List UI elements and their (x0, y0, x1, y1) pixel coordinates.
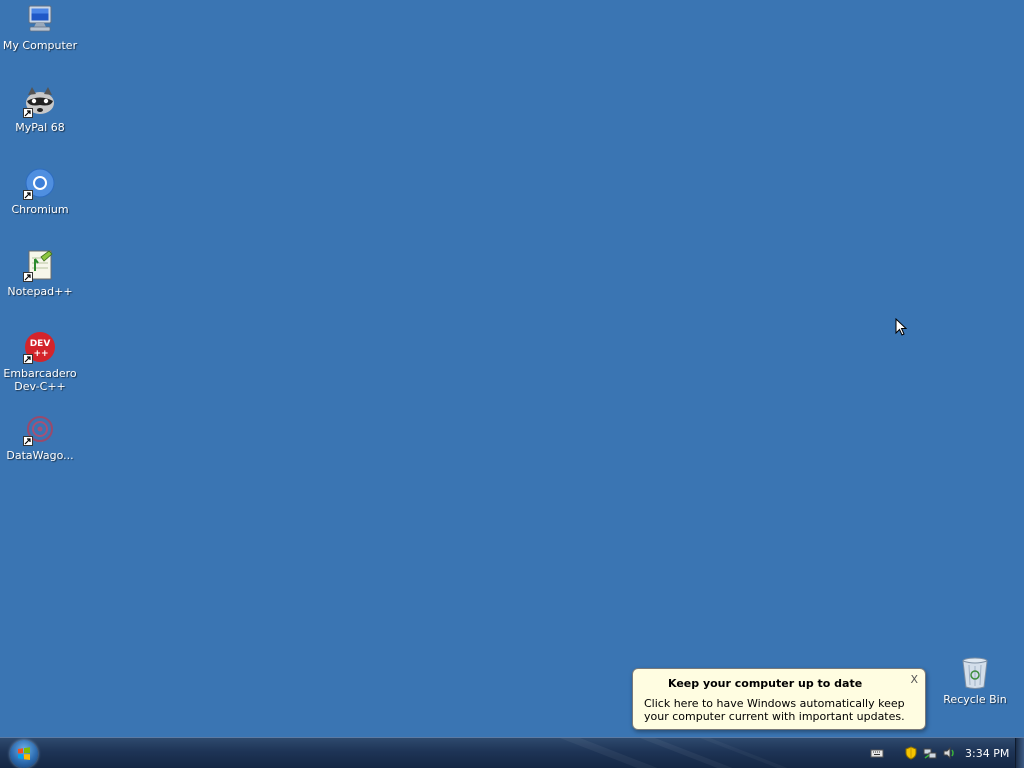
desktop-icon-label: Chromium (11, 203, 69, 216)
desktop-icon-label: My Computer (2, 39, 78, 52)
chromium-icon (23, 166, 57, 200)
shortcut-arrow-icon (23, 190, 33, 200)
shortcut-arrow-icon (23, 108, 33, 118)
desktop-icon-label: Recycle Bin (943, 693, 1007, 706)
security-shield-icon[interactable] (904, 746, 918, 760)
balloon-body[interactable]: Click here to have Windows automatically… (644, 697, 919, 723)
shortcut-arrow-icon (23, 436, 33, 446)
dev-cpp-badge-top: DEV (30, 339, 51, 349)
desktop-icon-label: MyPal 68 (15, 121, 65, 134)
shortcut-arrow-icon (23, 272, 33, 282)
shortcut-arrow-icon (23, 354, 33, 364)
desktop-icon-recycle-bin[interactable]: Recycle Bin (936, 656, 1014, 706)
desktop-icon-datawagon[interactable]: DataWago... (1, 412, 79, 462)
desktop-icon-label: Embarcadero Dev-C++ (3, 367, 77, 393)
desktop-icon-mypal[interactable]: MyPal 68 (1, 84, 79, 134)
datawagon-icon (23, 412, 57, 446)
desktop-icon-chromium[interactable]: Chromium (1, 166, 79, 216)
dev-cpp-badge-bottom: ++ (33, 349, 48, 359)
desktop-icon-label: DataWago... (6, 449, 74, 462)
taskbar-clock[interactable]: 3:34 PM (965, 747, 1009, 760)
desktop-icon-label: Notepad++ (7, 285, 73, 298)
raccoon-icon (23, 84, 57, 118)
volume-icon[interactable] (942, 746, 956, 760)
recycle-bin-icon (958, 656, 992, 690)
windows-logo-icon (18, 747, 30, 760)
computer-icon (23, 2, 57, 36)
network-icon[interactable] (923, 746, 937, 760)
start-button[interactable] (10, 740, 38, 768)
taskbar: 3:34 PM (0, 737, 1024, 768)
desktop-icon-dev-cpp[interactable]: DEV ++ Embarcadero Dev-C++ (1, 330, 79, 393)
balloon-close-button[interactable]: X (910, 673, 918, 686)
mouse-cursor-icon (895, 318, 908, 336)
balloon-title: Keep your computer up to date (668, 677, 863, 690)
keyboard-icon[interactable] (870, 746, 884, 760)
notepad-plus-plus-icon (23, 248, 57, 282)
dev-cpp-icon: DEV ++ (23, 330, 57, 364)
desktop[interactable]: My Computer MyPal 68 Chromium Notepad++ … (0, 0, 1024, 737)
desktop-icon-my-computer[interactable]: My Computer (1, 2, 79, 52)
desktop-icon-notepad-plus-plus[interactable]: Notepad++ (1, 248, 79, 298)
show-desktop-button[interactable] (1015, 738, 1024, 768)
update-notification-balloon[interactable]: Keep your computer up to date X Click he… (632, 668, 926, 730)
